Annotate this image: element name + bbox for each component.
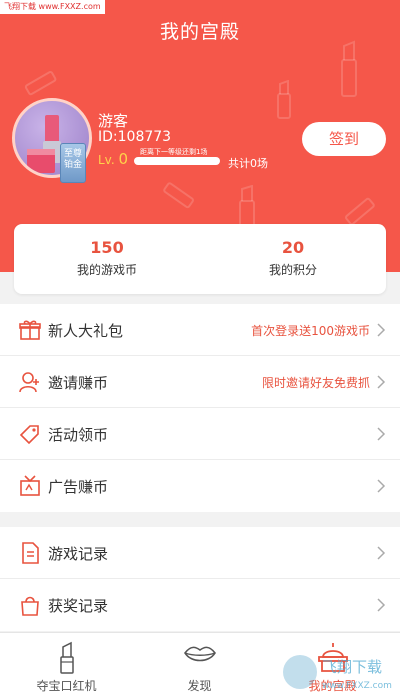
- points-stat[interactable]: 20 我的积分: [200, 238, 386, 278]
- menu-group-rewards: 新人大礼包 首次登录送100游戏币 邀请赚币 限时邀请好友免费抓 活动领币 广告…: [0, 304, 400, 512]
- level-prefix: Lv.: [98, 153, 115, 167]
- chevron-right-icon: [377, 323, 386, 337]
- chevron-right-icon: [377, 598, 386, 612]
- menu-hint: 限时邀请好友免费抓: [261, 376, 370, 390]
- menu-item-prize-records[interactable]: 获奖记录: [0, 579, 400, 631]
- menu-item-newbie-gift[interactable]: 新人大礼包 首次登录送100游戏币: [0, 304, 400, 356]
- page-title: 我的宫殿: [159, 21, 240, 43]
- menu-group-records: 游戏记录 获奖记录: [0, 527, 400, 631]
- level-label: Lv. 0: [98, 150, 128, 168]
- watermark-text: 飞翔下载 www.FXXZ.com: [0, 0, 105, 14]
- vip-badge: 至尊铂金: [60, 143, 86, 183]
- lipstick-decoration-icon: [239, 185, 255, 228]
- tab-lipstick-machine[interactable]: 夺宝口红机: [0, 633, 133, 697]
- game-coins-stat[interactable]: 150 我的游戏币: [14, 238, 200, 278]
- watermark-logo-text: 飞翔下载: [322, 658, 382, 676]
- chevron-right-icon: [377, 375, 386, 389]
- ad-icon: [20, 475, 40, 496]
- chevron-right-icon: [377, 479, 386, 493]
- menu-item-ads[interactable]: 广告赚币: [0, 460, 400, 512]
- stats-card: 150 我的游戏币 20 我的积分: [14, 224, 386, 294]
- chevron-right-icon: [377, 427, 386, 441]
- chevron-right-icon: [377, 546, 386, 560]
- watermark-logo-url: www.FXXZ.com: [322, 681, 392, 691]
- menu-item-activity[interactable]: 活动领币: [0, 408, 400, 460]
- lipstick-decoration-icon: [341, 40, 357, 97]
- game-coins-value: 150: [90, 238, 124, 257]
- menu-label: 游戏记录: [48, 545, 109, 563]
- points-value: 20: [281, 238, 305, 257]
- menu-label: 邀请赚币: [48, 374, 109, 392]
- tab-label: 夺宝口红机: [36, 679, 97, 693]
- lipstick-decoration-icon: [277, 80, 291, 119]
- menu-label: 活动领币: [48, 426, 109, 444]
- watermark-logo-icon: 飞翔下载 www.FXXZ.com: [283, 655, 392, 691]
- user-add-icon: [19, 372, 39, 393]
- tab-discover[interactable]: 发现: [133, 633, 266, 697]
- level-value: 0: [118, 150, 129, 168]
- menu-label: 广告赚币: [48, 478, 109, 496]
- menu-hint: 首次登录送100游戏币: [251, 324, 370, 338]
- menu-item-invite[interactable]: 邀请赚币 限时邀请好友免费抓: [0, 356, 400, 408]
- menu-label: 新人大礼包: [48, 322, 124, 340]
- tag-icon: [19, 425, 39, 445]
- gift-icon: [19, 320, 41, 340]
- tab-label: 发现: [187, 679, 212, 693]
- total-games: 共计0场: [228, 157, 268, 170]
- lipstick-icon: [59, 641, 74, 674]
- username: 游客: [98, 112, 129, 130]
- user-id: ID:108773: [98, 129, 172, 145]
- document-icon: [22, 542, 39, 564]
- level-hint: 距离下一等级还剩1场: [140, 148, 208, 156]
- signin-button[interactable]: 签到: [302, 122, 386, 156]
- lipstick-decoration-icon: [163, 182, 194, 209]
- game-coins-label: 我的游戏币: [76, 263, 137, 277]
- level-progress-bar: [134, 157, 220, 165]
- menu-label: 获奖记录: [48, 597, 109, 615]
- menu-item-game-records[interactable]: 游戏记录: [0, 527, 400, 579]
- points-label: 我的积分: [268, 263, 317, 277]
- watermark-logo: 飞翔下载 www.FXXZ.com: [280, 650, 392, 694]
- lips-icon: [183, 646, 216, 662]
- lipstick-decoration-icon: [24, 71, 57, 96]
- bag-icon: [21, 596, 39, 616]
